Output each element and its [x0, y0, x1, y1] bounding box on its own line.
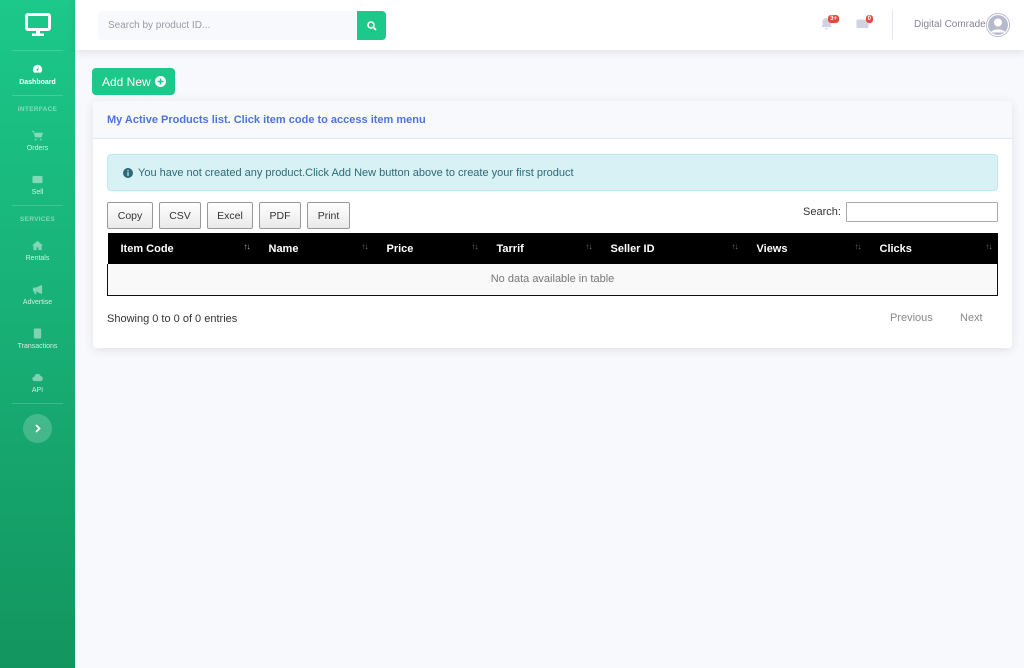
avatar[interactable]: [986, 13, 1010, 37]
tachometer-icon: [32, 63, 44, 75]
plus-circle-icon: [154, 76, 166, 87]
user-icon: [986, 13, 1010, 37]
sort-icon: ↑↓: [471, 242, 479, 251]
sidebar-toggle-button[interactable]: [23, 414, 52, 443]
sidebar-item-label: Sell: [31, 189, 44, 196]
pdf-button[interactable]: PDF: [259, 202, 301, 229]
table-header-row: Item Code ↑↓ Name ↑↓ Price ↑↓ Tarrif ↑↓ Sell…: [107, 233, 998, 264]
export-buttons: Copy CSV Excel PDF Print: [107, 202, 356, 229]
sort-icon: ↑↓: [854, 242, 862, 251]
sidebar-heading-services: SERVICES: [19, 216, 56, 223]
user-name[interactable]: Digital Comrade: [914, 19, 986, 30]
sidebar-item-dashboard[interactable]: Dashboard: [0, 51, 75, 95]
alerts-button[interactable]: 3+: [820, 15, 839, 33]
messages-badge: 0: [865, 15, 873, 23]
csv-button[interactable]: CSV: [159, 202, 201, 229]
search-label: Search:: [803, 206, 841, 218]
search-form: [98, 11, 386, 40]
products-card: My Active Products list. Click item code…: [93, 101, 1012, 348]
column-header[interactable]: Clicks ↑↓: [867, 233, 998, 264]
money-icon: [32, 173, 44, 185]
sidebar-item-label: Transactions: [17, 343, 58, 350]
card-title: My Active Products list. Click item code…: [93, 101, 1012, 139]
sidebar-item-label: Advertise: [22, 299, 53, 306]
sidebar-item-orders[interactable]: Orders: [0, 117, 75, 161]
products-table: Item Code ↑↓ Name ↑↓ Price ↑↓ Tarrif ↑↓ Sell…: [107, 233, 998, 296]
excel-button[interactable]: Excel: [207, 202, 253, 229]
sidebar-item-advertise[interactable]: Advertise: [0, 271, 75, 315]
sidebar-item-label: API: [31, 387, 44, 394]
table-search-input[interactable]: [845, 202, 998, 222]
sidebar-item-label: Rentals: [25, 255, 50, 262]
sort-icon: ↑↓: [985, 242, 993, 251]
column-header[interactable]: Tarrif ↑↓: [484, 233, 598, 264]
table-row: No data available in table: [107, 264, 998, 296]
messages-button[interactable]: 0: [856, 15, 873, 33]
column-header[interactable]: Seller ID ↑↓: [598, 233, 744, 264]
column-header[interactable]: Item Code ↑↓: [108, 233, 256, 264]
receipt-icon: [32, 327, 44, 339]
cloud-icon: [32, 371, 44, 383]
search-icon: [366, 20, 377, 31]
sidebar-item-sell[interactable]: Sell: [0, 161, 75, 205]
sidebar: Dashboard INTERFACE Orders Sell SERVICES…: [0, 0, 75, 668]
column-header[interactable]: Price ↑↓: [374, 233, 484, 264]
sidebar-item-transactions[interactable]: Transactions: [0, 315, 75, 359]
sort-icon: ↑↓: [361, 242, 369, 251]
home-icon: [32, 239, 44, 251]
sidebar-item-api[interactable]: API: [0, 359, 75, 403]
brand-logo[interactable]: [0, 0, 75, 50]
topbar: 3+ 0 Digital Comrade: [75, 0, 1024, 50]
sort-icon: ↑↓: [731, 242, 739, 251]
search-input[interactable]: [98, 11, 357, 40]
sort-icon: ↑↓: [585, 242, 593, 251]
table-search: Search:: [803, 202, 998, 222]
info-circle-icon: [123, 167, 133, 178]
desktop-icon: [24, 13, 51, 36]
empty-table-message: No data available in table: [107, 264, 998, 296]
column-header[interactable]: Name ↑↓: [256, 233, 374, 264]
topbar-divider: [892, 10, 893, 40]
sidebar-heading-interface: INTERFACE: [17, 106, 58, 113]
sidebar-divider: [12, 403, 63, 404]
cart-icon: [32, 129, 44, 141]
bullhorn-icon: [32, 283, 44, 295]
search-button[interactable]: [357, 11, 386, 40]
alerts-badge: 3+: [828, 15, 839, 23]
sidebar-item-label: Dashboard: [19, 79, 56, 86]
sort-icon: ↑↓: [243, 242, 251, 251]
info-alert: You have not created any product.Click A…: [107, 154, 998, 191]
next-button[interactable]: Next: [960, 312, 983, 324]
print-button[interactable]: Print: [307, 202, 350, 229]
add-new-button[interactable]: Add New: [92, 68, 175, 95]
column-header[interactable]: Views ↑↓: [744, 233, 867, 264]
sidebar-item-rentals[interactable]: Rentals: [0, 227, 75, 271]
sidebar-item-label: Orders: [26, 145, 49, 152]
copy-button[interactable]: Copy: [107, 202, 153, 229]
info-message: You have not created any product.Click A…: [138, 166, 574, 179]
chevron-right-icon: [35, 424, 41, 433]
previous-button[interactable]: Previous: [890, 312, 933, 324]
add-new-label: Add New: [102, 74, 151, 89]
entries-info: Showing 0 to 0 of 0 entries: [107, 313, 238, 325]
